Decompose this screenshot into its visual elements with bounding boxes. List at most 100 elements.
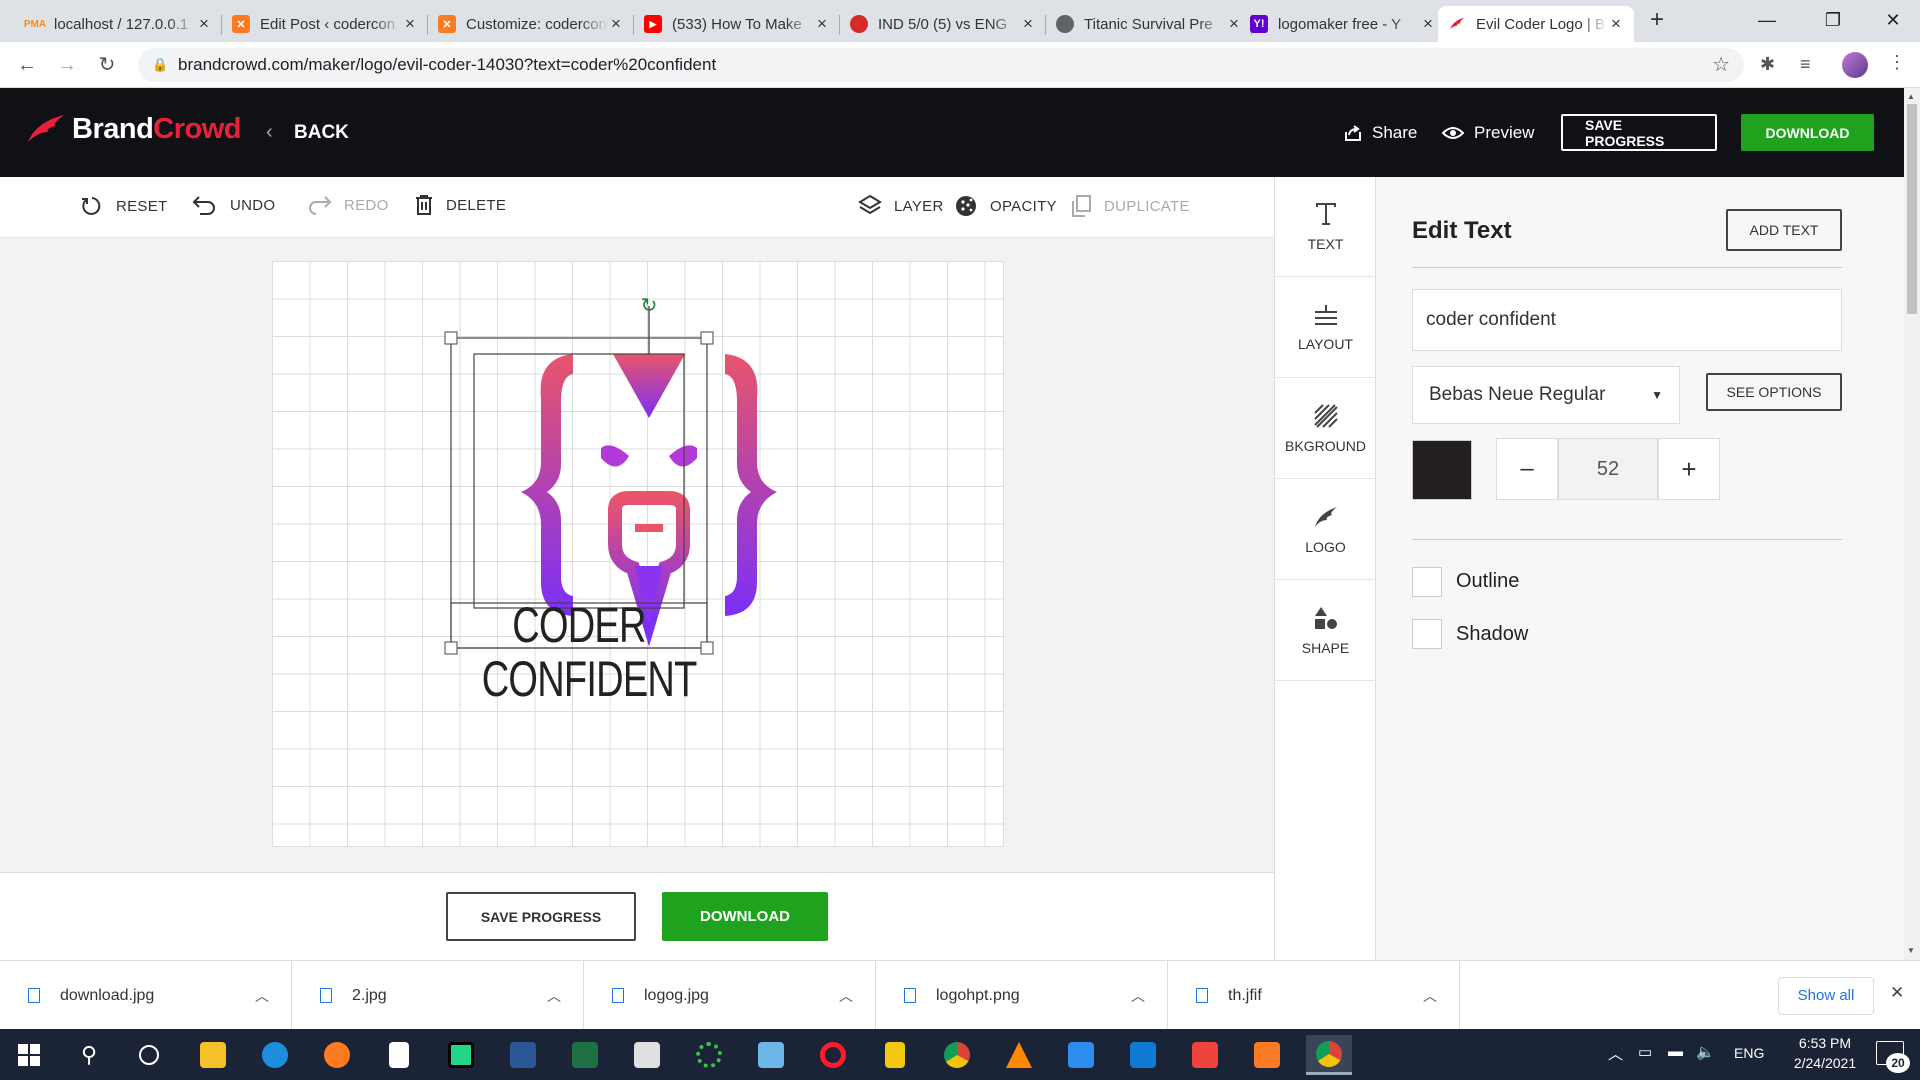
close-window-button[interactable]: ✕ (1870, 4, 1916, 36)
decrease-size-button[interactable]: – (1496, 438, 1558, 500)
close-tab-icon[interactable]: × (814, 14, 830, 34)
font-size-field[interactable]: 52 (1558, 438, 1658, 500)
increase-size-button[interactable]: + (1658, 438, 1720, 500)
chevron-up-icon[interactable]: ︿ (1423, 986, 1437, 1006)
close-tab-icon[interactable]: × (1020, 14, 1036, 34)
volume-icon[interactable]: 🔈 (1696, 1043, 1715, 1061)
save-progress-button[interactable]: SAVE PROGRESS (1561, 114, 1717, 151)
sidenav-background[interactable]: BKGROUND (1275, 379, 1376, 479)
resize-handle-top-left[interactable] (444, 331, 458, 345)
firefox-icon[interactable] (314, 1035, 360, 1075)
close-tab-icon[interactable]: × (402, 14, 418, 34)
rotate-handle-icon[interactable]: ↻ (641, 293, 658, 317)
close-downloads-icon[interactable]: ✕ (1890, 983, 1904, 1003)
sidenav-layout[interactable]: LAYOUT (1275, 278, 1376, 378)
download-item[interactable]: th.jfif ︿ (1168, 961, 1460, 1030)
notepad-icon[interactable] (376, 1035, 422, 1075)
url-field[interactable]: 🔒 brandcrowd.com/maker/logo/evil-coder-1… (138, 48, 1744, 82)
save-progress-button-bottom[interactable]: SAVE PROGRESS (446, 892, 636, 941)
logo-text[interactable]: CODER CONFIDENT (482, 598, 698, 706)
browser-tab[interactable]: ✕ Customize: codercon × (428, 6, 634, 42)
clock-date[interactable]: 2/24/2021 (1780, 1055, 1870, 1071)
design-canvas[interactable]: ↻ CODER CONFIDENT (272, 261, 1004, 847)
xampp-taskbar-icon[interactable] (1244, 1035, 1290, 1075)
chevron-up-tray-icon[interactable]: ︿ (1608, 1043, 1623, 1064)
chevron-up-icon[interactable]: ︿ (839, 986, 853, 1006)
preview-button[interactable]: Preview (1442, 114, 1534, 151)
language-indicator[interactable]: ENG (1734, 1045, 1764, 1061)
minimize-button[interactable]: — (1744, 4, 1790, 36)
back-arrow-icon[interactable]: ← (12, 50, 42, 80)
close-tab-icon[interactable]: × (1608, 14, 1624, 34)
chevron-left-icon[interactable]: ‹ (266, 114, 273, 151)
opacity-button[interactable]: OPACITY (954, 194, 1057, 218)
sidenav-shape[interactable]: SHAPE (1275, 581, 1376, 681)
media-icon[interactable]: ≡ (1800, 54, 1811, 75)
close-tab-icon[interactable]: × (1420, 14, 1436, 34)
browser-tab[interactable]: Titanic Survival Pre × (1046, 6, 1252, 42)
share-button[interactable]: Share (1344, 114, 1417, 151)
clock-time[interactable]: 6:53 PM (1780, 1035, 1870, 1051)
forward-arrow-icon[interactable]: → (52, 50, 82, 80)
browser-tab[interactable]: IND 5/0 (5) vs ENG × (840, 6, 1046, 42)
chevron-up-icon[interactable]: ︿ (255, 986, 269, 1006)
vscode-icon[interactable] (1120, 1035, 1166, 1075)
see-options-button[interactable]: SEE OPTIONS (1706, 373, 1842, 411)
pdf-editor-icon[interactable] (624, 1035, 670, 1075)
snipping-tool-icon[interactable] (748, 1035, 794, 1075)
duplicate-button[interactable]: DUPLICATE (1070, 194, 1190, 218)
logo-design[interactable]: ↻ (273, 262, 1005, 848)
scrollbar-thumb[interactable] (1907, 104, 1917, 314)
reset-button[interactable]: RESET (80, 194, 168, 218)
browser-tab-active[interactable]: Evil Coder Logo | B × (1438, 6, 1634, 42)
chevron-up-icon[interactable]: ︿ (547, 986, 561, 1006)
excel-icon[interactable] (562, 1035, 608, 1075)
reload-icon[interactable]: ↻ (92, 50, 122, 80)
windows-start-icon[interactable] (6, 1035, 52, 1075)
resize-handle-bottom-left[interactable] (444, 641, 458, 655)
chevron-up-icon[interactable]: ︿ (1131, 986, 1145, 1006)
vlc-icon[interactable] (996, 1035, 1042, 1075)
show-all-downloads-button[interactable]: Show all (1778, 977, 1874, 1015)
text-input[interactable]: coder confident (1412, 289, 1842, 351)
word-icon[interactable] (500, 1035, 546, 1075)
layer-button[interactable]: LAYER (858, 194, 944, 218)
chrome-icon[interactable] (934, 1035, 980, 1075)
download-button-bottom[interactable]: DOWNLOAD (662, 892, 828, 941)
anydesk-icon[interactable] (1182, 1035, 1228, 1075)
power-bi-icon[interactable] (872, 1035, 918, 1075)
brandcrowd-logo[interactable]: Brand Crowd (26, 112, 242, 146)
color-swatch[interactable] (1412, 440, 1472, 500)
back-link[interactable]: BACK (294, 114, 349, 151)
search-icon[interactable]: ⚲ (66, 1035, 112, 1075)
download-item[interactable]: logog.jpg ︿ (584, 961, 876, 1030)
file-explorer-icon[interactable] (190, 1035, 236, 1075)
maximize-button[interactable]: ❐ (1810, 4, 1856, 36)
redo-button[interactable]: REDO (306, 194, 389, 216)
opera-icon[interactable] (810, 1035, 856, 1075)
task-view-icon[interactable] (126, 1035, 172, 1075)
close-tab-icon[interactable]: × (196, 14, 212, 34)
profile-avatar[interactable] (1842, 52, 1868, 78)
wps-icon[interactable] (1058, 1035, 1104, 1075)
add-text-button[interactable]: ADD TEXT (1726, 209, 1842, 251)
sidenav-text[interactable]: TEXT (1275, 177, 1376, 277)
new-tab-button[interactable]: + (1650, 6, 1664, 34)
download-item[interactable]: download.jpg ︿ (0, 961, 292, 1030)
outline-checkbox[interactable] (1412, 567, 1442, 597)
delete-button[interactable]: DELETE (414, 194, 506, 216)
font-select[interactable]: Bebas Neue Regular ▼ (1412, 366, 1680, 424)
browser-tab[interactable]: Y! logomaker free - Y × (1240, 6, 1446, 42)
menu-icon[interactable]: ⋮ (1888, 52, 1906, 73)
download-item[interactable]: logohpt.png ︿ (876, 961, 1168, 1030)
extensions-icon[interactable]: ✱ (1760, 54, 1775, 75)
resize-handle-top-right[interactable] (700, 331, 714, 345)
refresh-app-icon[interactable] (686, 1035, 732, 1075)
browser-tab[interactable]: ✕ Edit Post ‹ codercon × (222, 6, 428, 42)
chrome-active-icon[interactable] (1306, 1035, 1352, 1075)
browser-tab[interactable]: PMA localhost / 127.0.0.1 × (16, 6, 222, 42)
page-scrollbar[interactable]: ▲ ▼ (1904, 88, 1920, 960)
shadow-checkbox[interactable] (1412, 619, 1442, 649)
device-icon[interactable]: ▭ (1638, 1043, 1652, 1061)
star-icon[interactable]: ☆ (1712, 48, 1730, 82)
